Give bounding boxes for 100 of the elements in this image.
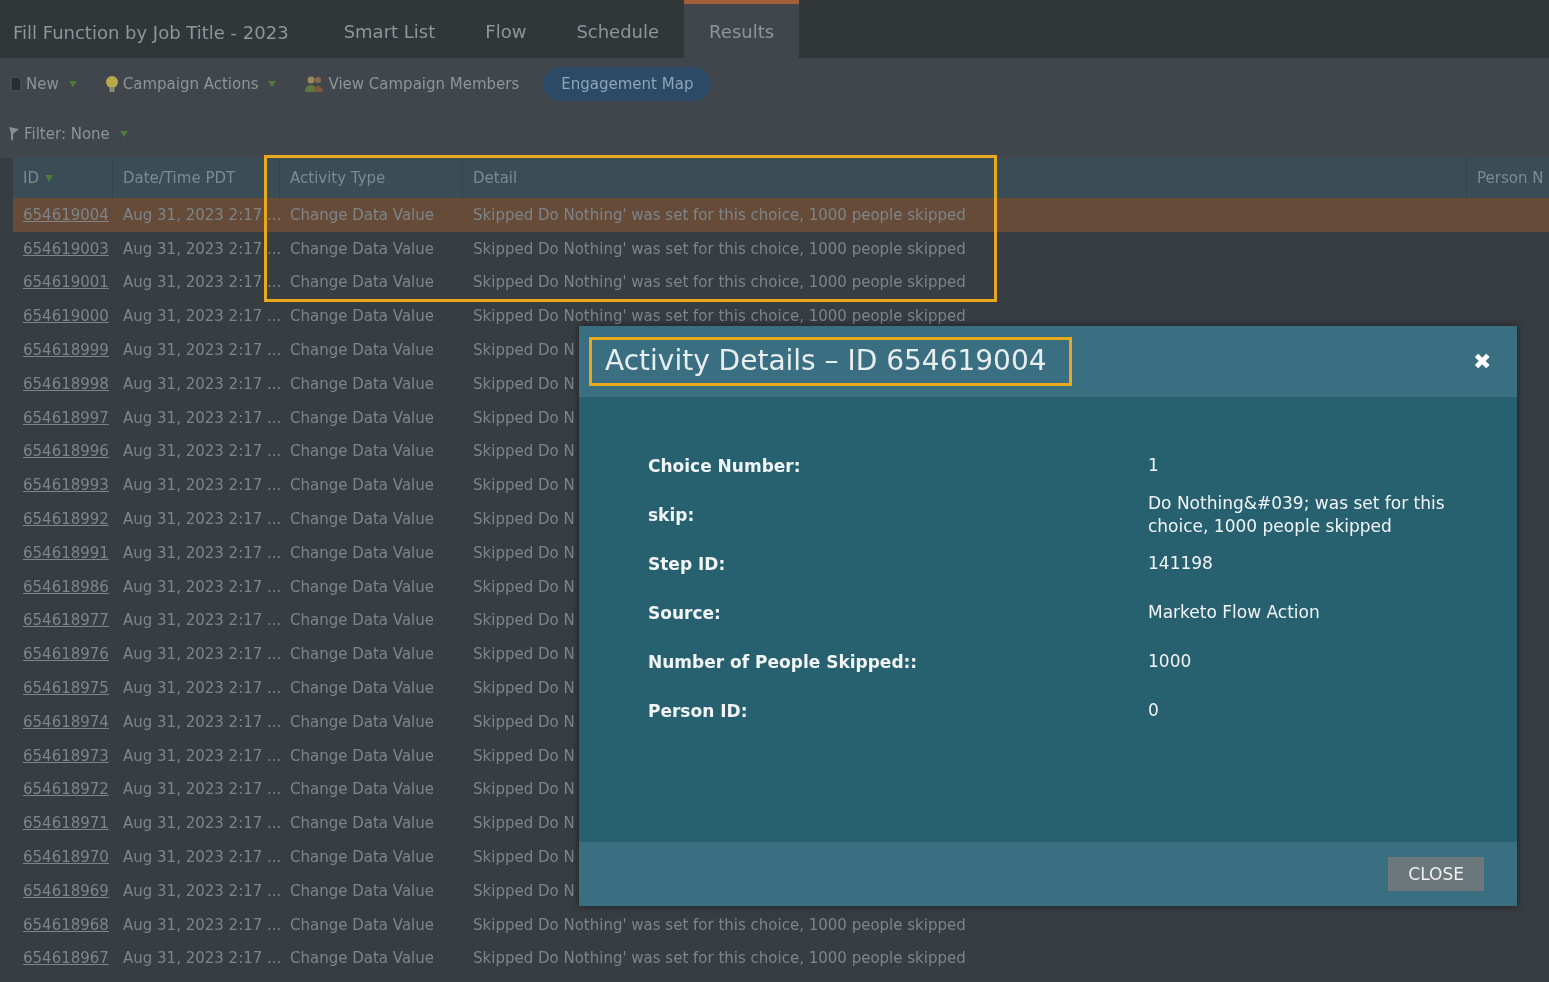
table-cell: Skipped Do N — [473, 510, 575, 529]
document-icon — [10, 76, 22, 92]
id-link[interactable]: 654618972 — [13, 780, 113, 799]
caret-icon — [119, 131, 128, 137]
table-cell: Skipped Do N — [473, 341, 575, 360]
table-cell: Aug 31, 2023 2:17 ... — [123, 476, 282, 495]
id-link[interactable]: 654619000 — [13, 307, 113, 326]
id-link[interactable]: 654618974 — [13, 712, 113, 731]
table-row[interactable]: 654618968 Aug 31, 2023 2:17 ... Change Data Value Skipped Do Nothing' was set for this choice, 1000 people skipped — [13, 907, 1549, 942]
field-label: Number of People Skipped:: — [648, 651, 919, 672]
table-cell: Skipped Do N — [473, 374, 575, 393]
table-cell: Skipped Do Nothing' was set for this choice, 1000 people skipped — [473, 307, 966, 326]
table-cell: Aug 31, 2023 2:17 ... — [123, 239, 282, 258]
table-cell: Change Data Value — [290, 949, 434, 968]
dialog-title: Activity Details – ID 654619004 — [589, 337, 1072, 386]
lightbulb-icon — [104, 75, 119, 93]
id-link[interactable]: 654618976 — [13, 645, 113, 664]
table-cell: Skipped Do N — [473, 848, 575, 867]
field-value: Do Nothing&#039; was set for this choice, 1000 people skipped — [1148, 491, 1446, 538]
table-cell: Change Data Value — [290, 679, 434, 698]
table-cell: Aug 31, 2023 2:17 ... — [123, 341, 282, 360]
table-cell: Change Data Value — [290, 881, 434, 900]
table-cell: Change Data Value — [290, 915, 434, 934]
field-label: skip: — [648, 504, 696, 525]
table-row[interactable]: 654619004 Aug 31, 2023 2:17 ... Change Data Value Skipped Do Nothing' was set for this choice, 1000 people skipped — [13, 198, 1549, 232]
id-link[interactable]: 654618997 — [13, 408, 113, 427]
id-link[interactable]: 654618998 — [13, 374, 113, 393]
table-row[interactable]: 654618967 Aug 31, 2023 2:17 ... Change Data Value Skipped Do Nothing' was set for this choice, 1000 people skipped — [13, 941, 1549, 976]
table-cell: Aug 31, 2023 2:17 ... — [123, 273, 282, 292]
table-cell: Change Data Value — [290, 442, 434, 461]
table-cell: Aug 31, 2023 2:17 ... — [123, 780, 282, 799]
program-title: Fill Function by Job Title - 2023 — [12, 21, 290, 45]
close-button[interactable]: CLOSE — [1388, 857, 1484, 891]
table-row[interactable]: 654619001 Aug 31, 2023 2:17 ... Change Data Value Skipped Do Nothing' was set for this choice, 1000 people skipped — [13, 265, 1549, 300]
engagement-map-button[interactable]: Engagement Map — [543, 67, 712, 101]
table-cell: Aug 31, 2023 2:17 ... — [123, 848, 282, 867]
table-cell: Change Data Value — [290, 645, 434, 664]
toolbar-button[interactable]: Campaign Actions — [100, 71, 295, 97]
column-header[interactable]: Person N — [1467, 158, 1549, 198]
table-cell: Skipped Do Nothing' was set for this choice, 1000 people skipped — [473, 273, 966, 292]
id-link[interactable]: 654618991 — [13, 543, 113, 562]
id-link[interactable]: 654618992 — [13, 510, 113, 529]
table-cell: Aug 31, 2023 2:17 ... — [123, 712, 282, 731]
id-link[interactable]: 654619004 — [13, 205, 113, 224]
table-cell: Aug 31, 2023 2:17 ... — [123, 442, 282, 461]
table-cell: Skipped Do N — [473, 780, 575, 799]
id-link[interactable]: 654618999 — [13, 341, 113, 360]
table-cell: Change Data Value — [290, 374, 434, 393]
table-cell: Skipped Do Nothing' was set for this choice, 1000 people skipped — [473, 239, 966, 258]
table-cell: Aug 31, 2023 2:17 ... — [123, 307, 282, 326]
table-cell: Change Data Value — [290, 307, 434, 326]
table-cell: Change Data Value — [290, 273, 434, 292]
id-link[interactable]: 654619001 — [13, 273, 113, 292]
table-cell: Skipped Do N — [473, 577, 575, 596]
table-cell: Skipped Do N — [473, 476, 575, 495]
tab[interactable]: Results — [684, 0, 800, 58]
table-cell: Aug 31, 2023 2:17 ... — [123, 645, 282, 664]
table-cell: Aug 31, 2023 2:17 ... — [123, 510, 282, 529]
table-cell: Change Data Value — [290, 476, 434, 495]
id-link[interactable]: 654618996 — [13, 442, 113, 461]
table-cell: Skipped Do N — [473, 645, 575, 664]
toolbar-button[interactable]: New — [6, 71, 95, 97]
close-button[interactable]: ✖ — [1473, 348, 1491, 375]
tab[interactable]: Smart List — [318, 0, 461, 58]
table-cell: Change Data Value — [290, 712, 434, 731]
funnel-icon — [8, 126, 20, 142]
field-value: 1000 — [1148, 650, 1193, 673]
tab[interactable]: Schedule — [551, 0, 685, 58]
id-link[interactable]: 654618993 — [13, 476, 113, 495]
table-cell: Aug 31, 2023 2:17 ... — [123, 611, 282, 630]
sort-icon — [45, 174, 53, 182]
toolbar-button[interactable]: View Campaign Members — [300, 71, 538, 97]
table-cell: Aug 31, 2023 2:17 ... — [123, 577, 282, 596]
table-cell: Aug 31, 2023 2:17 ... — [123, 814, 282, 833]
id-link[interactable]: 654618977 — [13, 611, 113, 630]
table-cell: Change Data Value — [290, 780, 434, 799]
field-label: Source: — [648, 602, 722, 623]
id-link[interactable]: 654618967 — [13, 949, 113, 968]
id-link[interactable]: 654618968 — [13, 915, 113, 934]
tab[interactable]: Flow — [460, 0, 552, 58]
id-link[interactable]: 654618969 — [13, 881, 113, 900]
id-link[interactable]: 654618986 — [13, 577, 113, 596]
people-icon — [304, 75, 325, 93]
table-row[interactable]: 654619003 Aug 31, 2023 2:17 ... Change Data Value Skipped Do Nothing' was set for this choice, 1000 people skipped — [13, 231, 1549, 266]
filter-button[interactable]: Filter: None — [4, 121, 146, 147]
table-cell: Change Data Value — [290, 341, 434, 360]
table-cell: Aug 31, 2023 2:17 ... — [123, 746, 282, 765]
table-cell: Skipped Do N — [473, 881, 575, 900]
id-link[interactable]: 654618973 — [13, 746, 113, 765]
caret-icon — [268, 81, 277, 87]
table-cell: Change Data Value — [290, 510, 434, 529]
table-cell: Change Data Value — [290, 543, 434, 562]
id-link[interactable]: 654618971 — [13, 814, 113, 833]
id-link[interactable]: 654618970 — [13, 848, 113, 867]
field-value: 0 — [1148, 699, 1160, 722]
id-link[interactable]: 654618975 — [13, 679, 113, 698]
id-link[interactable]: 654619003 — [13, 239, 113, 258]
table-cell: Aug 31, 2023 2:17 ... — [123, 374, 282, 393]
table-cell: Aug 31, 2023 2:17 ... — [123, 408, 282, 427]
table-cell: Skipped Do N — [473, 679, 575, 698]
